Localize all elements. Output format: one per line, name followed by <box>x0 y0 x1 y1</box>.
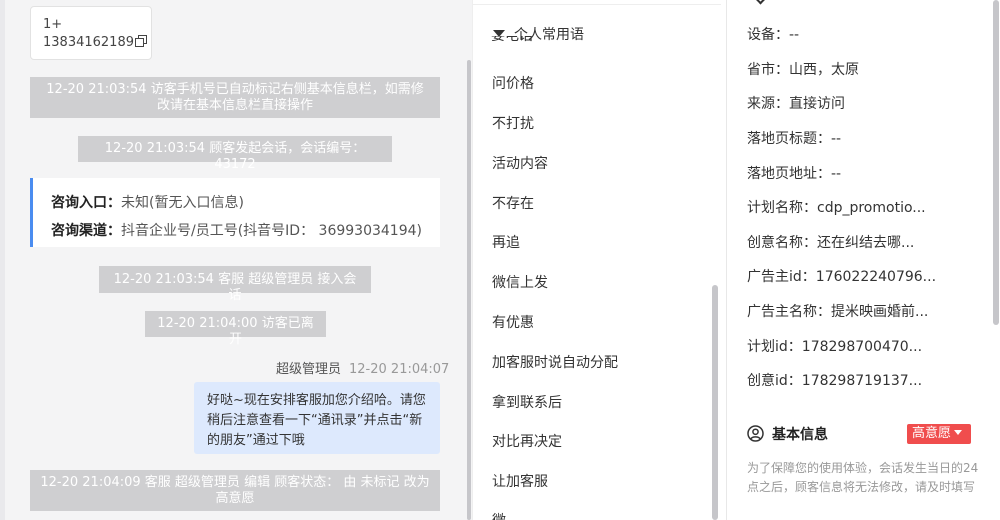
info-row-advertiser-name: 广告主名称：提米映画婚前... <box>747 304 929 320</box>
info-row-creative-id: 创意id：178298719137... <box>747 373 923 389</box>
phrase-item[interactable]: 加客服时说自动分配 <box>492 352 618 372</box>
chevron-down-icon[interactable] <box>755 0 766 5</box>
basic-info-title: 基本信息 <box>747 424 828 446</box>
consult-entry-label: 咨询入口： <box>51 195 121 211</box>
copy-icon[interactable] <box>134 35 147 53</box>
consult-entry-value: 未知(暂无入口信息) <box>121 195 244 211</box>
info-row-device: 设备：-- <box>747 27 800 43</box>
phrase-item[interactable]: 对比再决定 <box>492 431 562 451</box>
info-row-region: 省市：山西，太原 <box>747 62 859 78</box>
info-row-plan-name: 计划名称：cdp_promotio... <box>747 200 926 216</box>
phrase-item[interactable]: 让加客服 <box>492 471 548 491</box>
info-row-creative-name: 创意名称：还在纠结去哪... <box>747 235 915 251</box>
info-row-landing-title: 落地页标题：-- <box>747 131 842 147</box>
quick-phrases-panel: 要电话 个人常用语 问价格 不打扰 活动内容 不存在 再追 微信上发 有优惠 加… <box>472 0 726 520</box>
intent-status-dropdown[interactable]: 高意愿 <box>907 424 971 444</box>
system-message: 12-20 21:03:54 访客手机号已自动标记右侧基本信息栏，如需修改请在基… <box>30 77 440 118</box>
phrase-item[interactable]: 不打扰 <box>492 113 534 133</box>
dropdown-caret-icon <box>954 430 963 435</box>
consult-channel-value: 抖音企业号/员工号(抖音号ID： 36993034194) <box>121 223 422 239</box>
sender-name: 超级管理员 <box>276 362 342 377</box>
info-row-source: 来源：直接访问 <box>747 96 845 112</box>
intent-status-label: 高意愿 <box>912 426 952 441</box>
phrase-item[interactable]: 有优惠 <box>492 312 534 332</box>
phrase-group-header[interactable]: 个人常用语 <box>493 24 584 44</box>
phrase-item[interactable]: 活动内容 <box>492 153 548 173</box>
info-scrollbar[interactable] <box>993 0 999 325</box>
visitor-phone-card: 1+ 13834162189 <box>30 6 152 60</box>
info-row-landing-url: 落地页地址：-- <box>747 166 842 182</box>
system-message: 12-20 21:04:00 访客已离开 <box>145 311 326 347</box>
phrase-item[interactable]: 不存在 <box>492 193 534 213</box>
system-message: 12-20 21:03:54 客服 超级管理员 接入会话 <box>99 266 371 303</box>
chat-left-stripe <box>0 0 5 520</box>
phone-number: 13834162189 <box>43 35 134 50</box>
system-message: 12-20 21:03:54 顾客发起会话，会话编号：43172 <box>78 136 392 172</box>
agent-message-bubble: 好哒~现在安排客服加您介绍哈。请您稍后注意查看一下“通讯录”并点击“新的朋友”通… <box>194 382 440 454</box>
consult-channel-label: 咨询渠道： <box>51 223 121 239</box>
user-circle-icon <box>747 425 764 446</box>
phrase-item[interactable]: 拿到联系后 <box>492 392 562 412</box>
chat-scrollbar[interactable] <box>467 60 471 520</box>
divider <box>473 4 721 5</box>
basic-info-label: 基本信息 <box>772 427 828 443</box>
info-row-advertiser-id: 广告主id：176022240796... <box>747 269 937 285</box>
sender-time: 12-20 21:04:07 <box>349 362 450 377</box>
consult-info-card: 咨询入口：未知(暂无入口信息) 咨询渠道：抖音企业号/员工号(抖音号ID： 36… <box>30 178 440 247</box>
system-message: 12-20 21:04:09 客服 超级管理员 编辑 顾客状态： 由 未标记 改… <box>30 470 440 511</box>
chat-panel: 1+ 13834162189 12-20 21:03:54 访客手机号已自动标记… <box>0 0 472 520</box>
phrases-scrollbar[interactable] <box>712 285 718 520</box>
phrase-group-title: 个人常用语 <box>514 27 584 43</box>
phone-prefix: 1+ <box>43 17 63 32</box>
phrase-item[interactable]: 微信上发 <box>492 272 548 292</box>
phrase-item[interactable]: 问价格 <box>492 73 534 93</box>
info-edit-notice: 为了保障您的使用体验，会话发生当日的24点之后，顾客信息将无法修改，请及时填写 <box>747 461 979 494</box>
info-row-plan-id: 计划id：178298700470... <box>747 339 923 355</box>
collapse-triangle-icon <box>493 30 505 37</box>
phrase-item[interactable]: 微 <box>492 510 506 520</box>
phrase-item[interactable]: 再追 <box>492 232 520 252</box>
message-sender: 超级管理员 12-20 21:04:07 <box>276 358 449 377</box>
